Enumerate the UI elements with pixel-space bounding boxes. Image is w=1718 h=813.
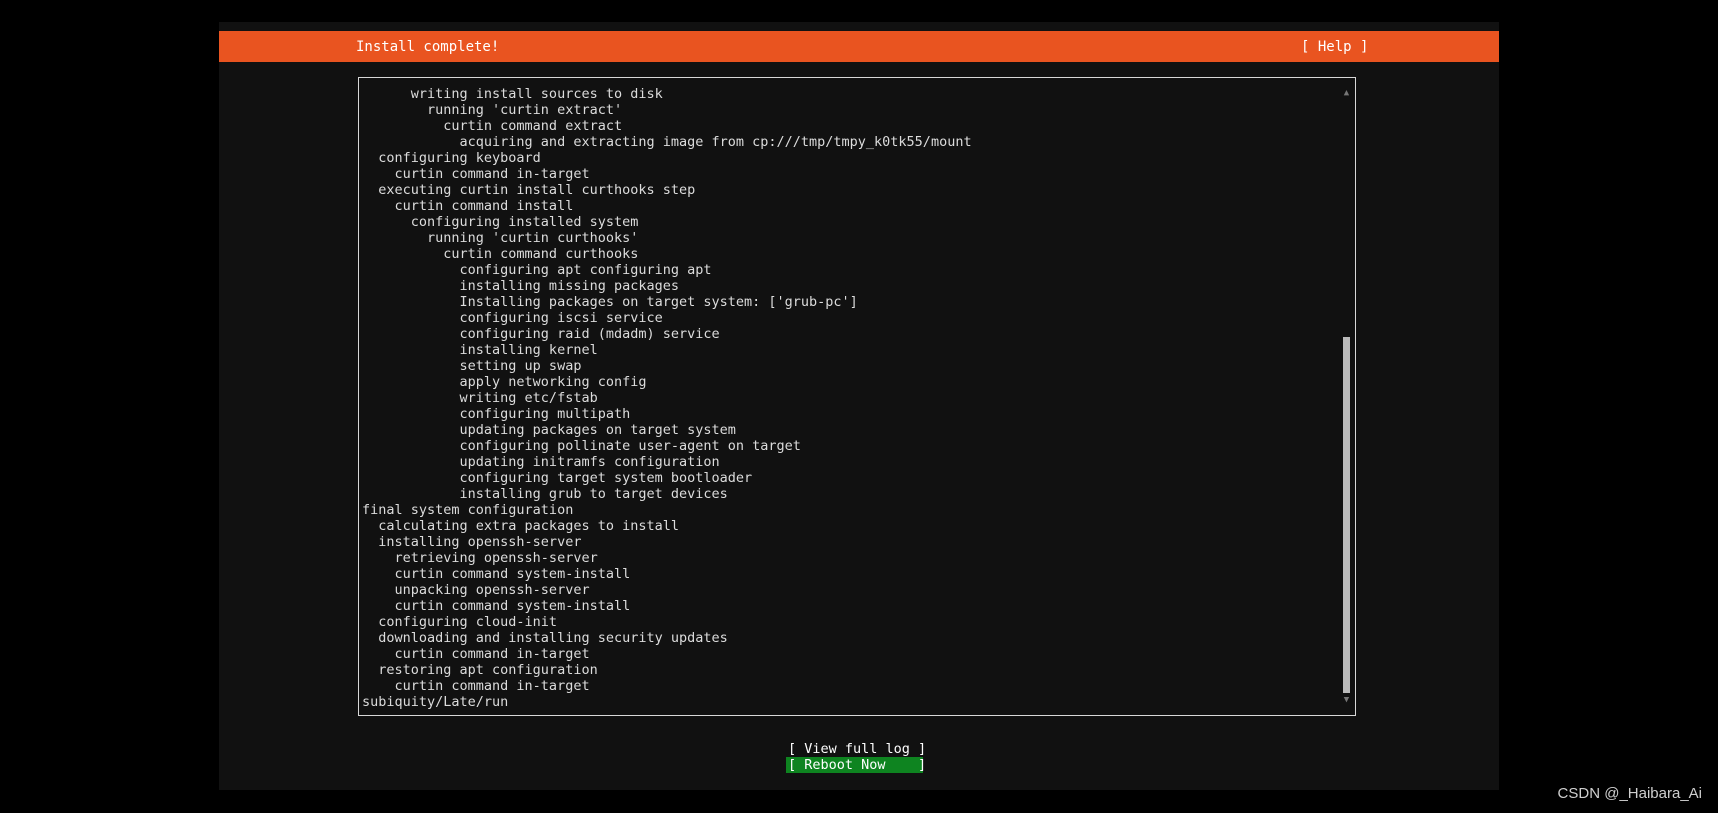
log-line: configuring cloud-init <box>362 614 558 630</box>
log-line: setting up swap <box>362 358 582 374</box>
log-lines: writing install sources to disk running … <box>362 86 1322 710</box>
log-line: running 'curtin extract' <box>362 102 623 118</box>
log-line: configuring iscsi service <box>362 310 663 326</box>
log-line: configuring target system bootloader <box>362 470 753 486</box>
log-line: Installing packages on target system: ['… <box>362 294 858 310</box>
page-title: Install complete! <box>356 39 500 55</box>
log-line: installing openssh-server <box>362 534 582 550</box>
log-line: installing missing packages <box>362 278 679 294</box>
log-line: curtin command in-target <box>362 166 590 182</box>
scroll-track[interactable] <box>1343 100 1350 693</box>
scroll-down-icon[interactable]: ▼ <box>1342 695 1351 705</box>
log-line: curtin command install <box>362 198 574 214</box>
log-line: configuring pollinate user-agent on targ… <box>362 438 801 454</box>
log-line: running 'curtin curthooks' <box>362 230 639 246</box>
view-full-log-button[interactable]: [ View full log ] <box>788 741 926 757</box>
log-line: curtin command in-target <box>362 678 590 694</box>
log-line: curtin command in-target <box>362 646 590 662</box>
log-line: downloading and installing security upda… <box>362 630 728 646</box>
reboot-now-button[interactable]: [ Reboot Now ] <box>786 757 926 773</box>
log-line: configuring apt configuring apt <box>362 262 712 278</box>
log-line: configuring installed system <box>362 214 639 230</box>
log-line: writing etc/fstab <box>362 390 598 406</box>
log-scrollbar[interactable]: ▲ ▼ <box>1342 88 1351 705</box>
log-line: executing curtin install curthooks step <box>362 182 696 198</box>
log-line: curtin command system-install <box>362 566 631 582</box>
log-line: writing install sources to disk <box>362 86 663 102</box>
log-line: installing grub to target devices <box>362 486 728 502</box>
log-line: unpacking openssh-server <box>362 582 590 598</box>
log-line: calculating extra packages to install <box>362 518 679 534</box>
log-line: updating packages on target system <box>362 422 736 438</box>
log-line: apply networking config <box>362 374 647 390</box>
scroll-thumb[interactable] <box>1343 337 1350 693</box>
log-line: installing kernel <box>362 342 598 358</box>
log-line: final system configuration <box>362 502 574 518</box>
log-line: acquiring and extracting image from cp:/… <box>362 134 972 150</box>
log-line: curtin command extract <box>362 118 623 134</box>
log-line: subiquity/Late/run <box>362 694 509 710</box>
header-bar: Install complete! [ Help ] <box>219 31 1499 62</box>
installer-screen: Install complete! [ Help ] writing insta… <box>219 22 1499 790</box>
log-line: configuring multipath <box>362 406 631 422</box>
log-line: curtin command system-install <box>362 598 631 614</box>
log-line: curtin command curthooks <box>362 246 639 262</box>
log-line: configuring keyboard <box>362 150 541 166</box>
watermark: CSDN @_Haibara_Ai <box>1557 785 1702 802</box>
log-line: updating initramfs configuration <box>362 454 720 470</box>
log-line: retrieving openssh-server <box>362 550 598 566</box>
log-line: configuring raid (mdadm) service <box>362 326 720 342</box>
install-log-panel[interactable]: writing install sources to disk running … <box>358 77 1356 716</box>
scroll-up-icon[interactable]: ▲ <box>1342 88 1351 98</box>
help-button[interactable]: [ Help ] <box>1301 39 1368 55</box>
log-line: restoring apt configuration <box>362 662 598 678</box>
